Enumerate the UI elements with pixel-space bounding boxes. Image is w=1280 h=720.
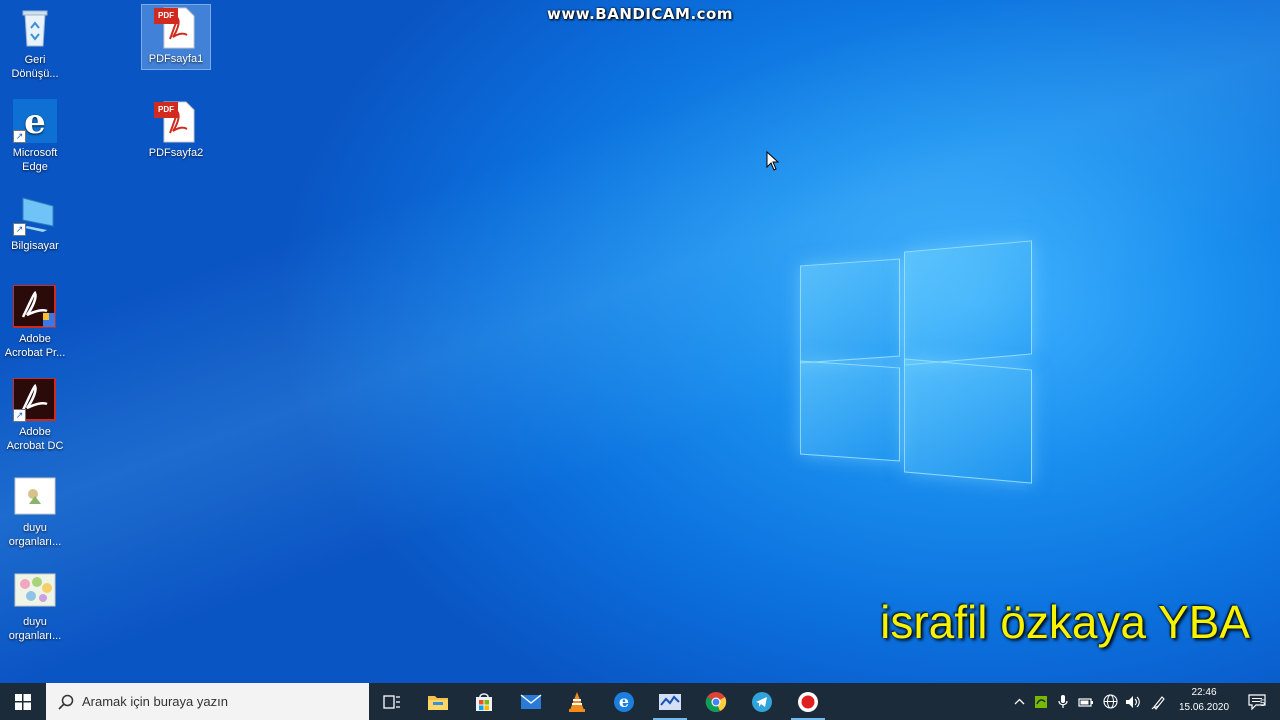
icon-label-line1: duyu [23,616,47,628]
desktop-icon-microsoft-edge[interactable]: e ↗ Microsoft Edge [1,99,69,174]
show-hidden-icons-chevron-icon[interactable] [1010,683,1028,720]
task-view-icon[interactable] [369,683,415,720]
pdf-badge: PDF [154,102,178,118]
desktop-icon-pdfsayfa1[interactable]: PDF PDFsayfa1 [141,4,211,70]
icon-label-line1: Bilgisayar [11,240,59,252]
video-caption: israfil özkaya YBA [880,596,1250,648]
icon-label-line2: Dönüşü... [11,68,59,80]
clock-time: 22:46 [1191,687,1217,698]
notification-count: 5 [1260,698,1266,708]
icon-label-line1: Adobe [19,333,51,345]
icon-label-line2: organları... [8,536,62,548]
clock-date: 15.06.2020 [1178,702,1230,713]
icon-label-line1: duyu [23,522,47,534]
mouse-cursor-icon [766,150,780,176]
action-center-button[interactable]: 5 [1240,683,1274,720]
svg-text:e: e [619,692,629,711]
desktop-icon-pdfsayfa2[interactable]: PDF PDFsayfa2 [142,99,210,160]
edge-icon: e ↗ [13,99,57,143]
icon-label-line1: Geri [24,54,46,66]
svg-text:e: e [24,102,46,142]
file-explorer-icon[interactable] [415,683,461,720]
search-icon [58,694,74,710]
icon-label-line2: organları... [8,630,62,642]
icon-label-line1: PDFsayfa1 [148,53,204,65]
nvidia-tray-icon[interactable] [1031,683,1051,720]
search-placeholder: Aramak için buraya yazın [82,694,228,709]
recycle-bin-icon [13,6,57,50]
image-file-icon [13,568,57,612]
battery-icon[interactable] [1075,683,1097,720]
whiteboard-icon[interactable] [647,683,693,720]
taskbar-clock[interactable]: 22:46 15.06.2020 [1174,685,1234,715]
image-file-icon [13,474,57,518]
pdf-badge: PDF [154,8,178,24]
taskbar-search-box[interactable]: Aramak için buraya yazın [46,683,369,720]
icon-label-line2: Acrobat Pr... [4,347,66,359]
shortcut-arrow-icon: ↗ [13,409,26,422]
start-button[interactable] [0,683,46,720]
pen-ink-icon[interactable] [1148,683,1170,720]
windows-start-icon [15,693,31,710]
network-globe-icon[interactable] [1099,683,1121,720]
vlc-icon[interactable] [554,683,600,720]
icon-label-line1: Microsoft [12,147,58,159]
bandicam-record-icon[interactable] [785,683,831,720]
store-icon[interactable] [461,683,507,720]
icon-label-line1: PDFsayfa2 [148,147,204,159]
volume-icon[interactable] [1122,683,1144,720]
desktop-icon-computer[interactable]: ↗ Bilgisayar [1,192,69,253]
desktop-icon-duyu-organlari-2[interactable]: duyu organları... [1,568,69,643]
icon-label-line2: Acrobat DC [6,440,64,452]
mail-icon[interactable] [508,683,554,720]
desktop-icon-acrobat-pro[interactable]: Adobe Acrobat Pr... [1,284,69,360]
chrome-icon[interactable] [693,683,739,720]
acrobat-pro-icon [12,284,57,329]
acrobat-dc-icon: ↗ [12,377,57,422]
icon-label-line1: Adobe [19,426,51,438]
desktop-icon-duyu-organlari-1[interactable]: duyu organları... [1,474,69,549]
shortcut-arrow-icon: ↗ [13,223,26,236]
microphone-icon[interactable] [1053,683,1073,720]
shortcut-arrow-icon: ↗ [13,130,26,143]
pdf-file-icon: PDF [154,99,198,143]
taskbar: Aramak için buraya yazın e 22:46 15.06.2… [0,683,1280,720]
computer-icon: ↗ [13,192,57,236]
icon-label-line2: Edge [22,161,48,173]
telegram-icon[interactable] [739,683,785,720]
desktop-icon-recycle-bin[interactable]: Geri Dönüşü... [1,6,69,81]
desktop-background[interactable]: www.BANDICAM.com Geri Dönüşü... e ↗ Micr… [0,0,1280,683]
desktop-icon-acrobat-dc[interactable]: ↗ Adobe Acrobat DC [1,377,69,453]
edge-taskbar-icon[interactable]: e [601,683,647,720]
pdf-file-icon: PDF [154,5,198,49]
